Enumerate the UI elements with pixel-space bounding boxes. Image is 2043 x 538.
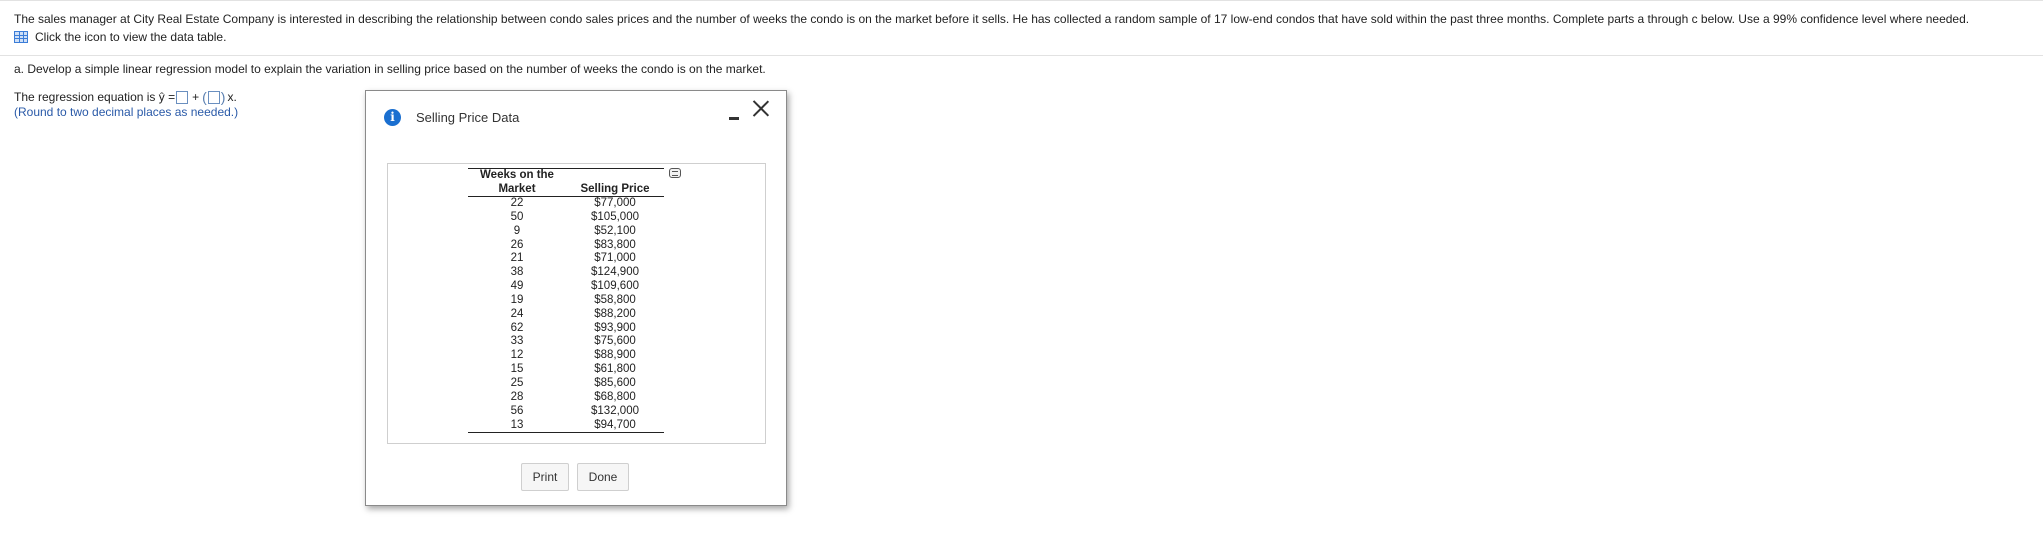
weeks-cell: 12 <box>510 349 524 362</box>
price-cell: $88,200 <box>594 307 636 320</box>
table-row: 28 $68,800 <box>468 391 664 405</box>
table-row: 19 $58,800 <box>468 294 664 308</box>
equation-prefix: The regression equation is ŷ = <box>14 90 176 104</box>
open-paren: ( <box>202 89 207 105</box>
copy-to-clipboard-icon[interactable] <box>669 168 681 178</box>
table-row: 12 $88,900 <box>468 349 664 363</box>
table-row: 13 $94,700 <box>468 418 664 434</box>
equation-suffix: x. <box>227 90 237 104</box>
weeks-cell: 25 <box>510 376 524 389</box>
weeks-cell: 38 <box>510 266 524 279</box>
table-row: 38 $124,900 <box>468 266 664 280</box>
price-cell: $77,000 <box>594 197 636 209</box>
minimize-icon[interactable] <box>729 117 739 120</box>
table-row: 15 $61,800 <box>468 363 664 377</box>
table-row: 26 $83,800 <box>468 239 664 253</box>
done-button[interactable]: Done <box>577 463 629 491</box>
weeks-cell: 9 <box>513 224 521 237</box>
price-cell: $68,800 <box>594 390 636 403</box>
column-header-selling-price: Selling Price <box>566 182 664 197</box>
weeks-cell: 49 <box>510 280 524 293</box>
price-cell: $105,000 <box>591 210 639 223</box>
price-cell: $52,100 <box>594 224 636 237</box>
intercept-answer-box[interactable] <box>176 90 189 104</box>
table-body: 22 $77,000 50 $105,000 9 $52,100 26 $83,800 21 $7… <box>468 197 664 434</box>
part-a-prompt: a. Develop a simple linear regression mo… <box>14 62 766 76</box>
data-table-link[interactable]: Click the icon to view the data table. <box>14 29 226 45</box>
section-divider <box>0 55 2043 56</box>
weeks-cell: 21 <box>510 252 524 265</box>
selling-price-table: Weeks on the Market Selling Price 22 $77,… <box>468 168 664 434</box>
data-table-icon[interactable] <box>14 31 28 43</box>
top-divider <box>0 0 2043 1</box>
price-cell: $83,800 <box>594 238 636 251</box>
weeks-cell: 50 <box>510 210 524 223</box>
table-row: 25 $85,600 <box>468 377 664 391</box>
weeks-cell: 28 <box>510 390 524 403</box>
weeks-cell: 56 <box>510 404 524 417</box>
regression-equation: The regression equation is ŷ = + ( ) x. <box>14 89 237 105</box>
table-row: 56 $132,000 <box>468 405 664 419</box>
table-row: 9 $52,100 <box>468 225 664 239</box>
table-row: 21 $71,000 <box>468 252 664 266</box>
price-cell: $109,600 <box>591 280 639 293</box>
equation-plus: + <box>192 90 200 104</box>
table-row: 49 $109,600 <box>468 280 664 294</box>
weeks-cell: 62 <box>510 321 524 334</box>
price-cell: $71,000 <box>594 252 636 265</box>
column-header-weeks-line1: Weeks on the <box>468 168 566 183</box>
data-table-frame: Weeks on the Market Selling Price 22 $77,… <box>387 163 766 444</box>
price-cell: $75,600 <box>594 335 636 348</box>
problem-intro-text: The sales manager at City Real Estate Co… <box>14 12 1970 26</box>
data-table-link-label[interactable]: Click the icon to view the data table. <box>35 29 226 45</box>
weeks-cell: 15 <box>510 363 524 376</box>
column-header-weeks-line2: Market <box>468 182 566 197</box>
weeks-cell: 13 <box>468 418 566 434</box>
price-cell: $93,900 <box>594 321 636 334</box>
table-row: 62 $93,900 <box>468 322 664 336</box>
price-cell: $58,800 <box>594 293 636 306</box>
close-paren: ) <box>220 89 226 105</box>
info-icon: i <box>384 109 401 126</box>
print-button[interactable]: Print <box>521 463 569 491</box>
rounding-note: (Round to two decimal places as needed.) <box>14 105 239 119</box>
weeks-cell: 26 <box>510 238 524 251</box>
selling-price-data-dialog: i Selling Price Data Weeks on the Market… <box>365 90 787 506</box>
table-row: 33 $75,600 <box>468 335 664 349</box>
price-cell: $94,700 <box>566 418 664 434</box>
price-cell: $88,900 <box>594 349 636 362</box>
dialog-header[interactable]: i Selling Price Data <box>366 91 786 141</box>
price-cell: $124,900 <box>591 266 639 279</box>
table-row: 24 $88,200 <box>468 308 664 322</box>
price-cell: $85,600 <box>594 376 636 389</box>
table-row: 50 $105,000 <box>468 211 664 225</box>
weeks-cell: 24 <box>510 307 524 320</box>
slope-answer-box[interactable] <box>207 90 220 104</box>
weeks-cell: 33 <box>510 335 524 348</box>
price-cell: $132,000 <box>591 404 639 417</box>
weeks-cell: 22 <box>510 197 524 209</box>
dialog-title: Selling Price Data <box>416 110 520 125</box>
price-cell: $61,800 <box>594 363 636 376</box>
table-row: 22 $77,000 <box>468 197 664 211</box>
close-icon[interactable] <box>752 99 770 117</box>
weeks-cell: 19 <box>510 293 524 306</box>
